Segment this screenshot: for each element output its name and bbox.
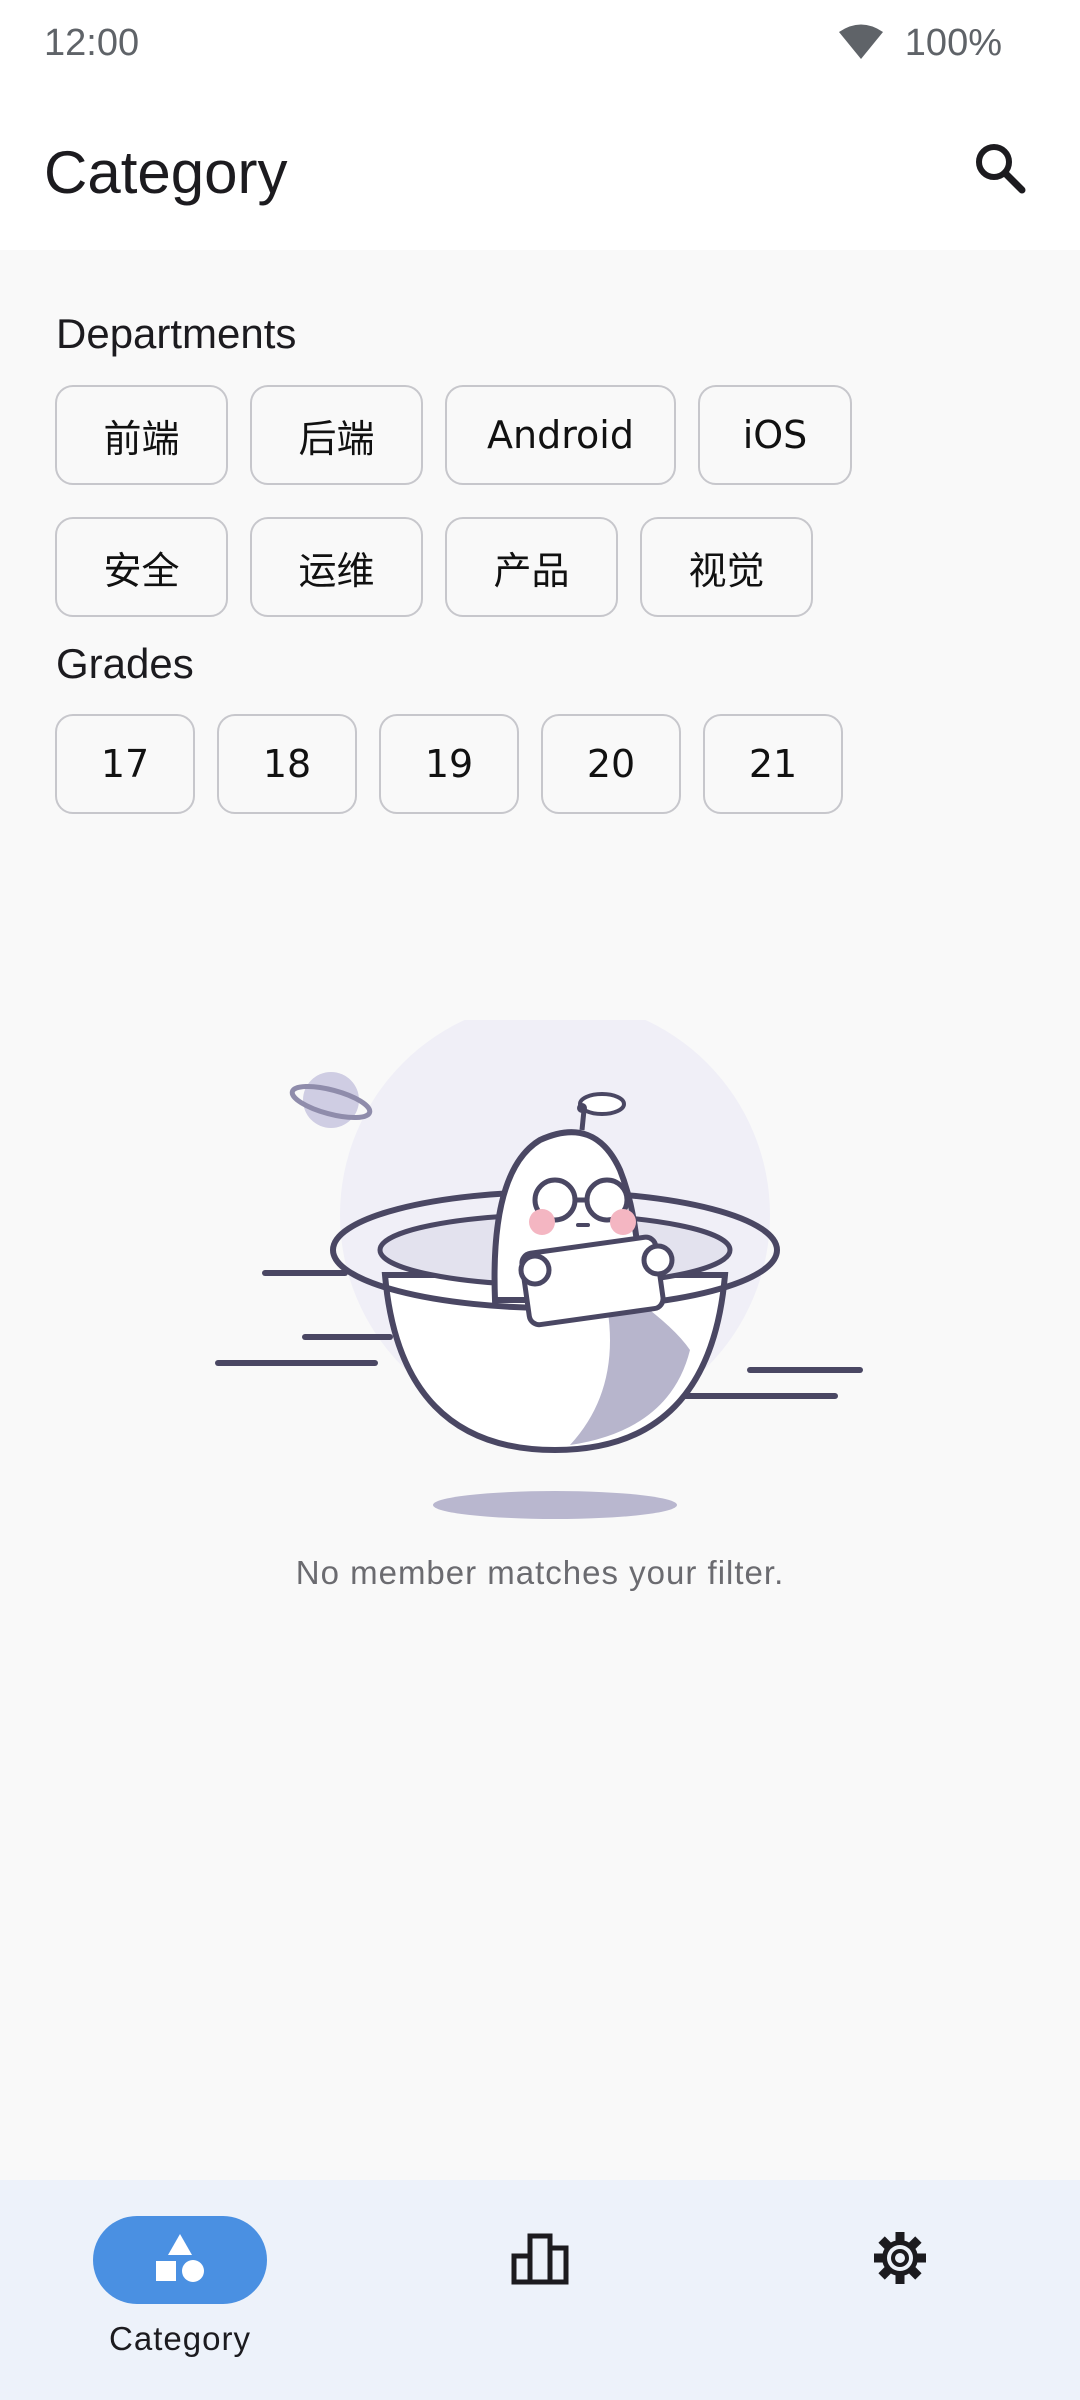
status-icons: 100% (838, 22, 1002, 65)
nav-item-category[interactable]: Category (60, 2216, 300, 2366)
department-chip[interactable]: 产品 (445, 517, 618, 617)
battery-level: 100% (904, 22, 1002, 64)
department-chip[interactable]: 后端 (250, 385, 423, 485)
search-icon (972, 140, 1028, 201)
nav-indicator (453, 2216, 627, 2304)
search-button[interactable] (964, 134, 1036, 206)
department-chip[interactable]: Android (445, 385, 676, 485)
empty-state-message: No member matches your filter. (295, 1554, 785, 1591)
grades-heading: Grades (56, 640, 194, 687)
status-time: 12:00 (44, 22, 140, 64)
department-chip[interactable]: 前端 (55, 385, 228, 485)
grade-chip[interactable]: 21 (703, 714, 843, 814)
department-chip[interactable]: 安全 (55, 517, 228, 617)
empty-state-illustration (215, 1020, 863, 1519)
category-shapes-icon (152, 2230, 208, 2291)
nav-item-leaderboard[interactable] (420, 2216, 660, 2366)
department-chip[interactable]: 视觉 (640, 517, 813, 617)
department-chip[interactable]: 运维 (250, 517, 423, 617)
app-bar: Category (0, 90, 1080, 250)
grade-chip[interactable]: 18 (217, 714, 357, 814)
nav-indicator (813, 2216, 987, 2304)
wifi-icon (838, 23, 883, 64)
department-chip[interactable]: iOS (698, 385, 852, 485)
page-title: Category (44, 139, 288, 206)
bottom-navigation: Category (0, 2180, 1080, 2400)
nav-item-settings[interactable] (780, 2216, 1020, 2366)
grade-chip[interactable]: 17 (55, 714, 195, 814)
grade-chip[interactable]: 19 (379, 714, 519, 814)
status-bar: 12:00 100% (0, 0, 1080, 90)
nav-active-indicator (93, 2216, 267, 2304)
departments-heading: Departments (56, 310, 297, 357)
gear-icon (870, 2228, 930, 2293)
grade-chip[interactable]: 20 (541, 714, 681, 814)
leaderboard-icon (510, 2230, 570, 2291)
nav-label-category: Category (109, 2320, 251, 2357)
